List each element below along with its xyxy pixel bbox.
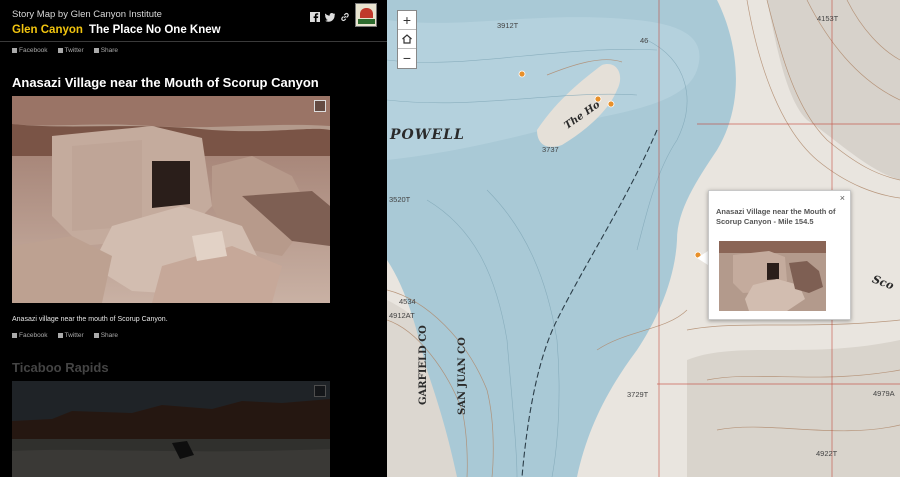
- facebook-label: Facebook: [19, 332, 48, 339]
- top-share-facebook[interactable]: Facebook: [12, 47, 48, 54]
- story-map-app: Story Map by Glen Canyon Institute Glen …: [0, 0, 900, 477]
- popup-close-button[interactable]: ×: [840, 193, 845, 203]
- elevation-label: 4153T: [817, 14, 839, 23]
- facebook-icon: [12, 333, 17, 338]
- title-main: Glen Canyon: [12, 24, 83, 36]
- top-share-twitter[interactable]: Twitter: [57, 47, 84, 54]
- share-label: Share: [100, 47, 119, 54]
- section-title-anasazi: Anasazi Village near the Mouth of Scorup…: [12, 75, 319, 90]
- section-share-bar: Facebook Twitter Share: [12, 332, 118, 339]
- map-zoom-controls: + −: [397, 10, 417, 69]
- home-icon: [402, 34, 412, 44]
- facebook-icon: [12, 48, 17, 53]
- label-powell: POWELL: [390, 127, 465, 143]
- elevation-label: 4912AT: [389, 311, 415, 320]
- map-popup[interactable]: × Anasazi Village near the Mouth of Scor…: [708, 190, 851, 320]
- twitter-label: Twitter: [64, 47, 84, 54]
- popup-title: Anasazi Village near the Mouth of Scorup…: [716, 207, 836, 226]
- elevation-label: 3520T: [389, 195, 411, 204]
- twitter-icon: [57, 48, 63, 53]
- label-san-juan-co: SAN JUAN CO: [457, 337, 468, 415]
- elevation-label: 4922T: [816, 449, 838, 458]
- anasazi-village-photo[interactable]: [12, 96, 330, 303]
- story-panel[interactable]: Story Map by Glen Canyon Institute Glen …: [0, 0, 387, 477]
- topographic-map[interactable]: POWELL The Ho Sco GARFIELD CO SAN JUAN C…: [387, 0, 900, 477]
- title-subtitle: The Place No One Knew: [88, 24, 221, 36]
- twitter-icon: [57, 333, 63, 338]
- facebook-label: Facebook: [19, 47, 48, 54]
- byline: Story Map by Glen Canyon Institute: [12, 9, 162, 20]
- top-share-bar: Facebook Twitter Share: [12, 47, 118, 54]
- section-share-twitter[interactable]: Twitter: [57, 332, 84, 339]
- expand-icon[interactable]: [314, 385, 326, 397]
- section-share-link[interactable]: Share: [93, 332, 119, 339]
- twitter-label: Twitter: [64, 332, 84, 339]
- elevation-label: 4979A: [873, 389, 895, 398]
- top-share-link[interactable]: Share: [93, 47, 119, 54]
- story-header: Story Map by Glen Canyon Institute Glen …: [0, 0, 387, 42]
- elevation-label: 3912T: [497, 21, 519, 30]
- expand-icon[interactable]: [314, 100, 326, 112]
- section-title-ticaboo[interactable]: Ticaboo Rapids: [12, 360, 109, 375]
- label-garfield-co: GARFIELD CO: [418, 325, 429, 405]
- popup-pointer: [697, 251, 708, 265]
- twitter-icon[interactable]: [325, 9, 335, 22]
- facebook-icon[interactable]: [310, 9, 320, 22]
- photo-caption: Anasazi village near the mouth of Scorup…: [12, 316, 168, 323]
- section-share-facebook[interactable]: Facebook: [12, 332, 48, 339]
- home-button[interactable]: [398, 30, 416, 49]
- header-share-icons: [310, 9, 350, 22]
- ticaboo-rapids-photo[interactable]: [12, 381, 330, 477]
- elevation-label: 3729T: [627, 390, 649, 399]
- elevation-label: 3737: [542, 145, 559, 154]
- zoom-out-button[interactable]: −: [398, 49, 416, 68]
- elevation-label: 46: [640, 36, 649, 45]
- glen-canyon-institute-logo[interactable]: [355, 3, 377, 27]
- page-title: Glen Canyon The Place No One Knew: [12, 24, 221, 36]
- elevation-label: 4534: [399, 297, 416, 306]
- share-label: Share: [100, 332, 119, 339]
- popup-thumbnail[interactable]: [719, 241, 826, 311]
- zoom-in-button[interactable]: +: [398, 11, 416, 30]
- share-icon: [93, 48, 99, 53]
- link-icon[interactable]: [340, 9, 350, 22]
- share-icon: [93, 333, 99, 338]
